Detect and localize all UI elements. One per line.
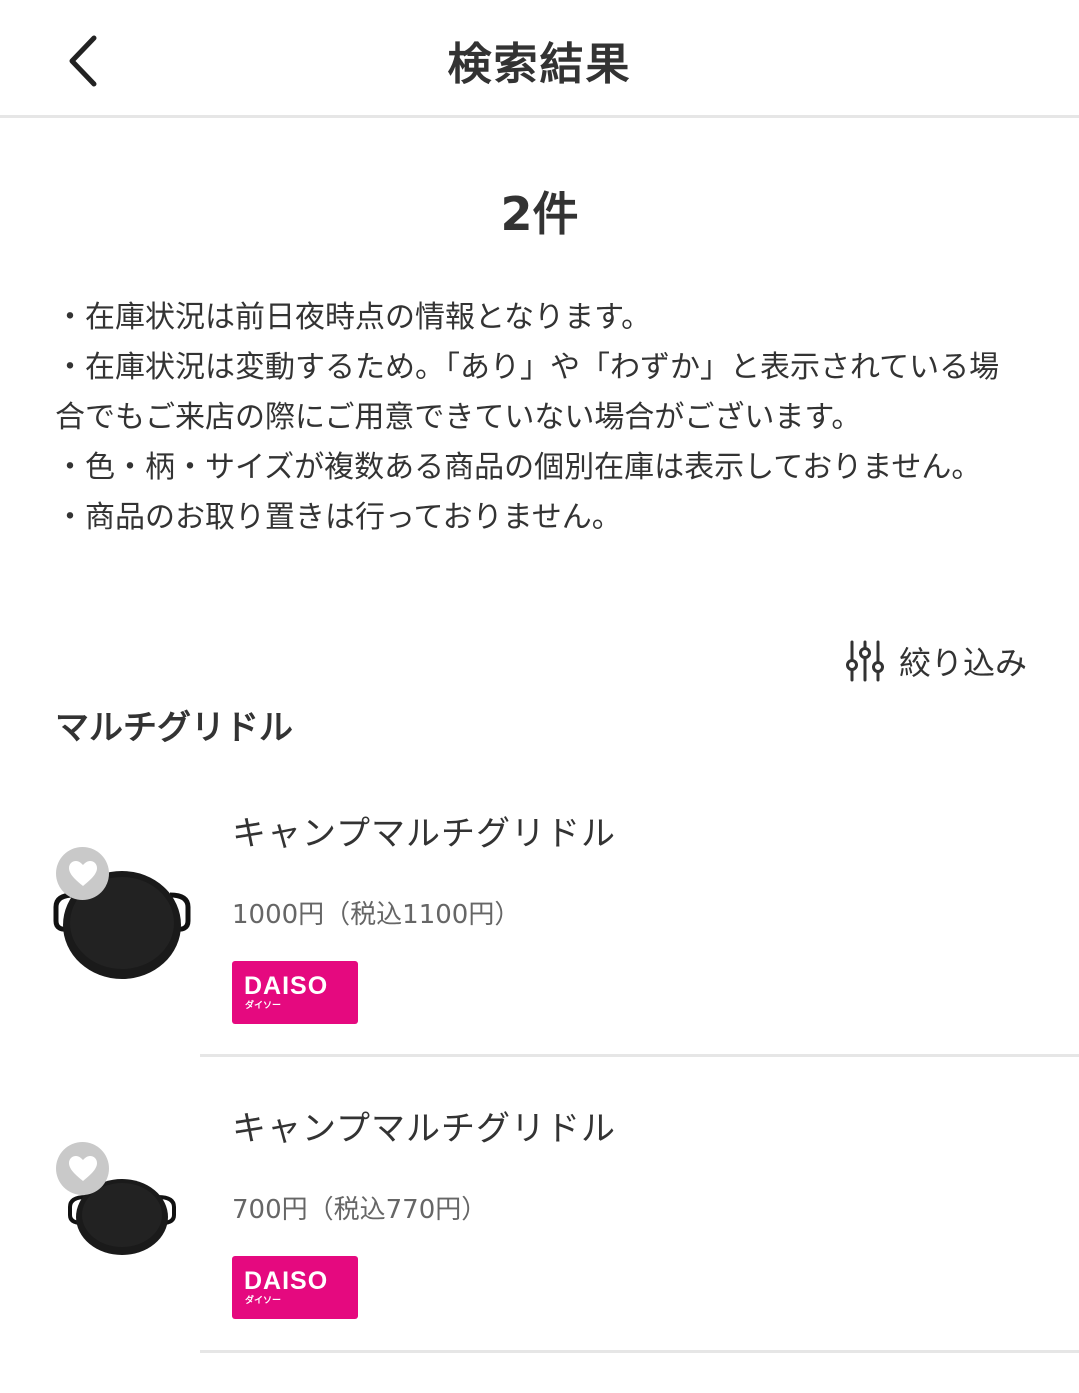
product-name: キャンプマルチグリドル [232, 814, 616, 854]
favorite-button[interactable] [56, 1142, 109, 1195]
product-name: キャンプマルチグリドル [232, 1109, 616, 1149]
product-item[interactable]: キャンプマルチグリドル 1000円（税込1100円） DAISO ダイソー [0, 790, 1079, 1085]
divider [200, 1054, 1079, 1057]
favorite-button[interactable] [56, 847, 109, 900]
result-count: 2件 [500, 187, 579, 241]
page-title: 検索結果 [447, 39, 632, 90]
product-price: 1000円（税込1100円） [232, 900, 521, 930]
notice-list: ・在庫状況は前日夜時点の情報となります。 ・在庫状況は変動するため。「あり」や「… [55, 293, 1015, 543]
notice-item: ・色・柄・サイズが複数ある商品の個別在庫は表示しておりません。 [55, 450, 982, 485]
sliders-icon [845, 640, 884, 682]
notice-item: ・在庫状況は前日夜時点の情報となります。 [55, 300, 652, 335]
brand-badge: DAISO ダイソー [232, 1256, 358, 1319]
filter-button[interactable]: 絞り込み [845, 636, 1027, 686]
brand-name: DAISO [244, 972, 329, 1000]
brand-name: DAISO [244, 1267, 329, 1295]
divider [200, 1350, 1079, 1353]
filter-label: 絞り込み [898, 644, 1027, 682]
top-bar: 検索結果 [0, 0, 1079, 118]
product-item[interactable]: キャンプマルチグリドル 700円（税込770円） DAISO ダイソー [0, 1085, 1079, 1380]
brand-subname: ダイソー [245, 1296, 282, 1306]
brand-badge: DAISO ダイソー [232, 961, 358, 1024]
section-title: マルチグリドル [55, 708, 293, 748]
brand-subname: ダイソー [245, 1001, 282, 1011]
product-price: 700円（税込770円） [232, 1195, 488, 1225]
heart-icon [68, 1155, 97, 1181]
notice-item: ・商品のお取り置きは行っておりません。 [55, 500, 622, 535]
notice-item: ・在庫状況は変動するため。「あり」や「わずか」と表示されている場合でもご来店の際… [55, 350, 1000, 435]
heart-icon [68, 860, 97, 886]
